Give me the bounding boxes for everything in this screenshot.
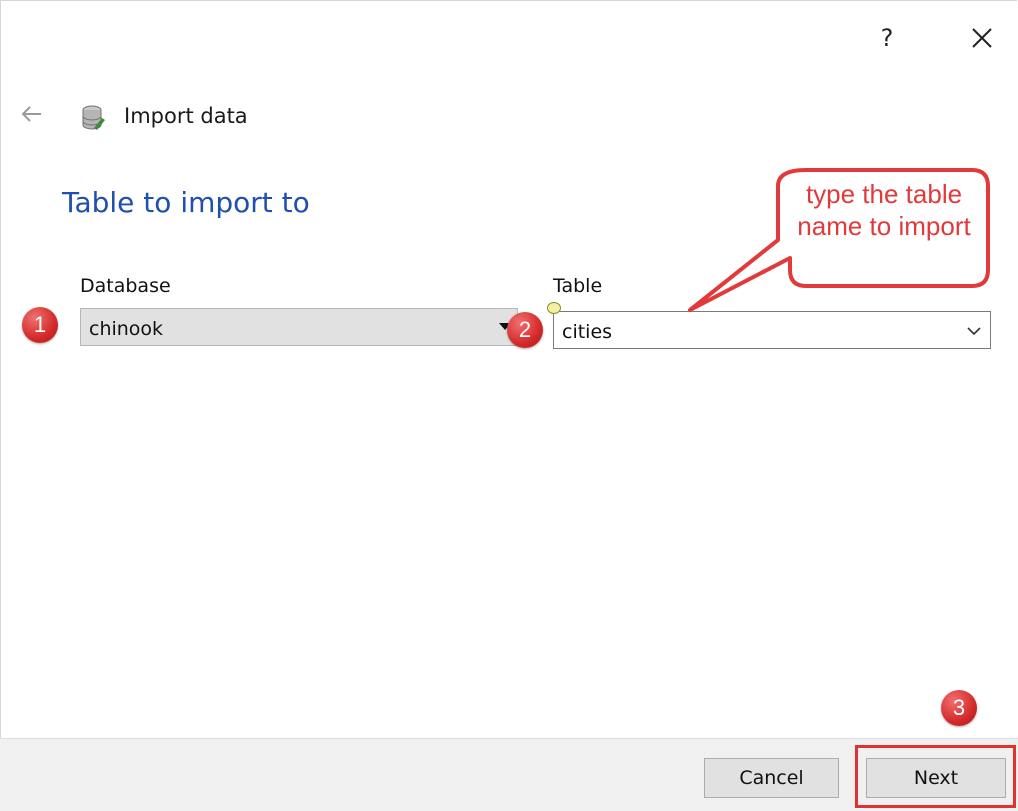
table-combobox[interactable]: cities <box>553 311 991 349</box>
database-icon <box>82 105 105 130</box>
callout-text: type the table name to import <box>797 179 971 241</box>
step-badge-2: 2 <box>507 312 543 348</box>
database-value: chinook <box>89 318 164 340</box>
close-icon[interactable] <box>968 24 996 52</box>
table-value: cities <box>562 321 613 343</box>
page-title: Table to import to <box>62 186 310 219</box>
chevron-down-icon[interactable] <box>966 325 982 337</box>
cancel-button[interactable]: Cancel <box>704 758 839 798</box>
dialog-title: Import data <box>124 104 248 128</box>
database-label: Database <box>80 275 171 297</box>
back-arrow-icon[interactable] <box>20 103 44 125</box>
help-button[interactable]: ? <box>872 20 902 56</box>
step-badge-3: 3 <box>941 690 977 726</box>
next-highlight-box <box>855 745 1016 808</box>
table-label: Table <box>553 275 603 297</box>
database-select[interactable]: chinook <box>80 308 518 346</box>
hint-bulb-icon <box>547 302 561 314</box>
step-badge-1: 1 <box>22 307 58 343</box>
